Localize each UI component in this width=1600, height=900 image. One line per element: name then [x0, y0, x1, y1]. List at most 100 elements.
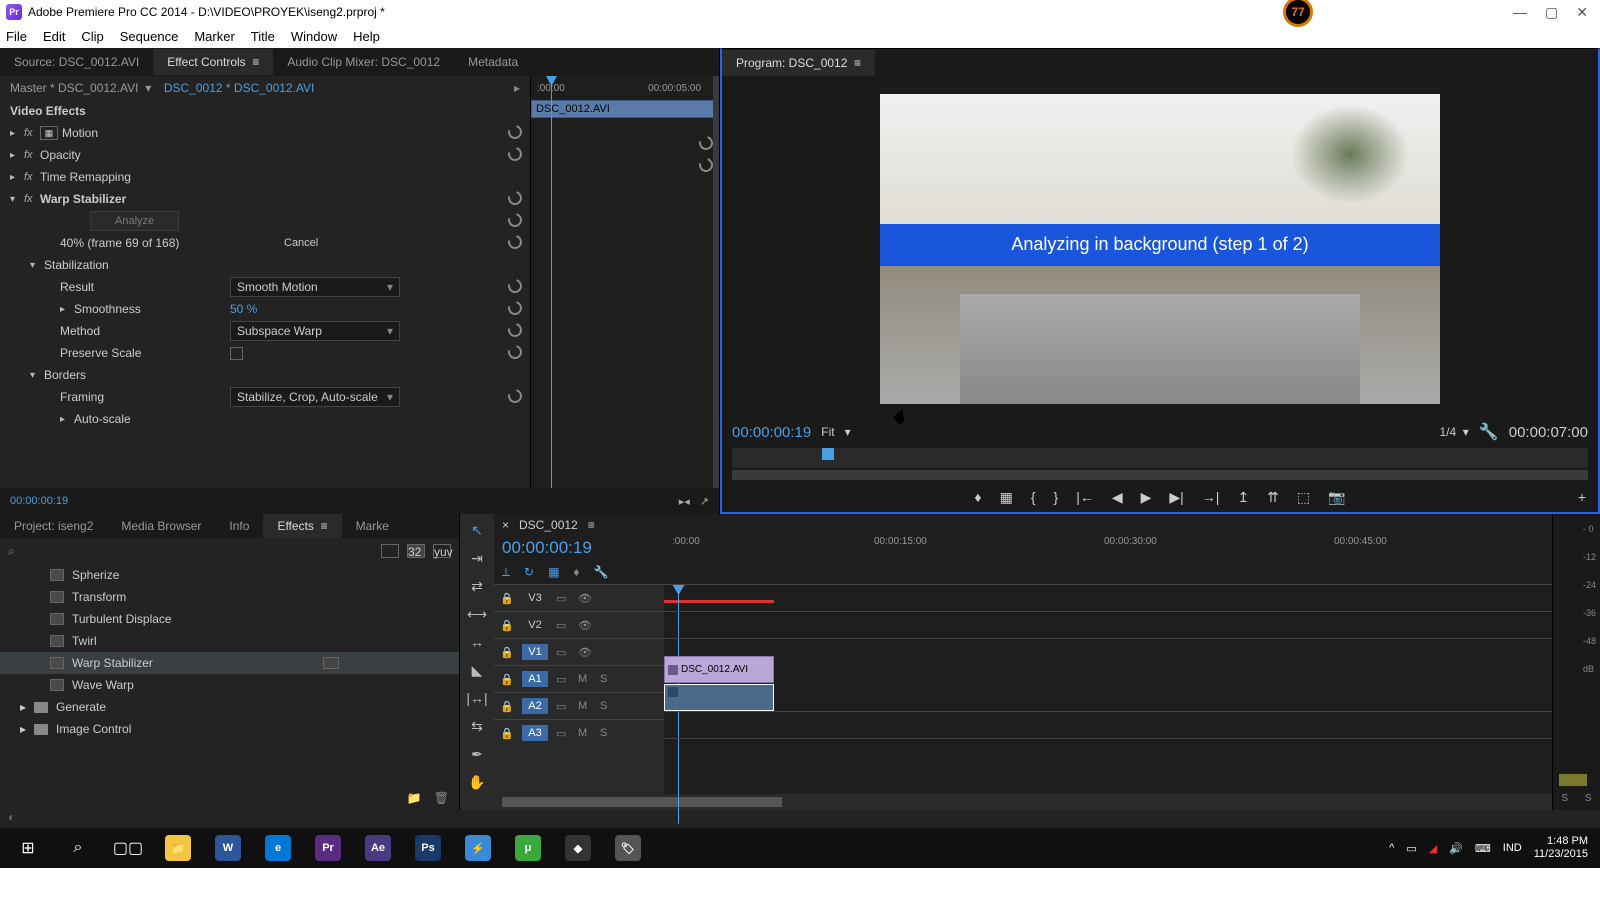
slide-tool-icon[interactable]: ⇆: [466, 716, 488, 736]
tray-keyboard-icon[interactable]: ⌨: [1475, 842, 1491, 855]
close-sequence-icon[interactable]: ×: [502, 518, 509, 532]
tray-volume-icon[interactable]: 🔊: [1449, 842, 1463, 855]
timeline-scrollbar[interactable]: [494, 794, 1552, 810]
cc-status-icon[interactable]: ◐: [0, 810, 15, 824]
ec-tl-clip[interactable]: DSC_0012.AVI: [531, 100, 719, 118]
timeline-ruler[interactable]: :00:00 00:00:15:00 00:00:30:00 00:00:45:…: [664, 536, 1552, 556]
edge-icon[interactable]: e: [254, 830, 302, 866]
rate-stretch-tool-icon[interactable]: ↔: [466, 632, 488, 652]
minimize-button[interactable]: —: [1513, 4, 1527, 21]
timeline-content[interactable]: DSC_0012.AVI: [664, 584, 1552, 794]
timeline-clip-video[interactable]: DSC_0012.AVI: [664, 656, 774, 683]
hand-tool-icon[interactable]: ✋: [466, 772, 488, 792]
tab-program[interactable]: Program: DSC_0012 ≡: [722, 50, 875, 76]
effect-folder-image-control[interactable]: ▸Image Control: [0, 718, 459, 740]
reset-icon[interactable]: [505, 232, 524, 251]
razor-tool-icon[interactable]: ◣: [466, 660, 488, 680]
menu-file[interactable]: File: [6, 29, 27, 44]
add-marker-icon[interactable]: ♦: [974, 489, 981, 505]
app-icon-1[interactable]: ⚡: [454, 830, 502, 866]
reset-icon[interactable]: [505, 210, 524, 229]
loop-icon[interactable]: ▸◂: [679, 495, 690, 508]
step-forward-icon[interactable]: ▶|: [1169, 489, 1183, 506]
add-marker-tl-icon[interactable]: ▦: [548, 565, 559, 579]
ec-scrollbar[interactable]: [713, 76, 719, 488]
premiere-taskbar-icon[interactable]: Pr: [304, 830, 352, 866]
program-tc-current[interactable]: 00:00:00:19: [732, 424, 811, 441]
program-ruler[interactable]: [732, 448, 1588, 468]
cancel-button[interactable]: Cancel: [260, 234, 342, 252]
tray-battery-icon[interactable]: ▭: [1406, 842, 1416, 855]
mark-out-icon[interactable]: }: [1054, 489, 1059, 505]
export-frame-icon[interactable]: ⬚: [1297, 489, 1310, 506]
ec-mini-timeline[interactable]: :00:00 00:00:05:00 DSC_0012.AVI: [530, 76, 719, 488]
tab-markers[interactable]: Marke: [342, 514, 403, 538]
filter-icon-3[interactable]: yuv: [433, 544, 451, 558]
button-editor-icon[interactable]: +: [1578, 489, 1586, 505]
smoothness-value[interactable]: 50 %: [230, 302, 400, 316]
step-back-icon[interactable]: ◀: [1112, 489, 1123, 506]
mark-in-icon[interactable]: {: [1031, 489, 1036, 505]
framing-dropdown[interactable]: Stabilize, Crop, Auto-scale: [230, 387, 400, 407]
effect-item-transform[interactable]: Transform: [0, 586, 459, 608]
reset-icon[interactable]: [505, 320, 524, 339]
play-icon[interactable]: ▶: [1141, 489, 1152, 506]
tab-effect-controls[interactable]: Effect Controls ≡: [153, 49, 273, 75]
ripple-edit-tool-icon[interactable]: ⇄: [466, 576, 488, 596]
tab-media-browser[interactable]: Media Browser: [107, 514, 215, 538]
tray-network-icon[interactable]: ◢: [1429, 842, 1437, 855]
lift-icon[interactable]: ↥: [1237, 489, 1249, 506]
delete-icon[interactable]: 🗑: [434, 791, 449, 805]
timeline-clip-audio[interactable]: [664, 684, 774, 711]
tray-language[interactable]: IND: [1503, 842, 1522, 854]
photoshop-icon[interactable]: Ps: [404, 830, 452, 866]
reset-icon[interactable]: [505, 386, 524, 405]
utorrent-icon[interactable]: μ: [504, 830, 552, 866]
app-icon-2[interactable]: ◆: [554, 830, 602, 866]
search-taskbar-icon[interactable]: ⌕: [54, 830, 102, 866]
camera-icon[interactable]: 📷: [1328, 489, 1345, 506]
track-header-a2[interactable]: 🔒A2▭MS: [494, 692, 664, 719]
method-dropdown[interactable]: Subspace Warp: [230, 321, 400, 341]
menu-window[interactable]: Window: [291, 29, 337, 44]
effect-item-turbulent[interactable]: Turbulent Displace: [0, 608, 459, 630]
go-to-in-icon[interactable]: |←: [1076, 489, 1094, 505]
track-header-v1[interactable]: 🔒V1▭👁: [494, 638, 664, 665]
reset-icon[interactable]: [505, 276, 524, 295]
reset-icon[interactable]: [505, 144, 524, 163]
effect-item-warp-stabilizer[interactable]: Warp Stabilizer: [0, 652, 459, 674]
slip-tool-icon[interactable]: |↔|: [466, 688, 488, 708]
track-select-tool-icon[interactable]: ⇥: [466, 548, 488, 568]
snap-icon[interactable]: ⟂: [502, 565, 510, 580]
rolling-edit-tool-icon[interactable]: ⟷: [466, 604, 488, 624]
effect-item-wave-warp[interactable]: Wave Warp: [0, 674, 459, 696]
wrench-icon[interactable]: 🔧: [1479, 422, 1499, 442]
filter-icon-1[interactable]: [381, 544, 399, 558]
pen-tool-icon[interactable]: ✒: [466, 744, 488, 764]
file-explorer-icon[interactable]: 📁: [154, 830, 202, 866]
stabilization-group[interactable]: Stabilization: [44, 258, 530, 272]
start-button[interactable]: ⊞: [4, 830, 52, 866]
preserve-scale-checkbox[interactable]: [230, 347, 243, 360]
borders-group[interactable]: Borders: [44, 368, 530, 382]
menu-sequence[interactable]: Sequence: [120, 29, 179, 44]
program-video-display[interactable]: Analyzing in background (step 1 of 2): [722, 77, 1598, 420]
reset-icon[interactable]: [505, 122, 524, 141]
timeline-timecode[interactable]: 00:00:00:19: [494, 536, 664, 560]
reset-icon[interactable]: [505, 188, 524, 207]
tab-project[interactable]: Project: iseng2: [0, 514, 107, 538]
reset-icon[interactable]: [505, 298, 524, 317]
program-scrub-bar[interactable]: [732, 470, 1588, 480]
tray-clock[interactable]: 1:48 PM 11/23/2015: [1534, 835, 1596, 861]
new-bin-icon[interactable]: 📁: [407, 791, 422, 805]
after-effects-icon[interactable]: Ae: [354, 830, 402, 866]
result-dropdown[interactable]: Smooth Motion: [230, 277, 400, 297]
effect-warp-stabilizer[interactable]: Warp Stabilizer: [40, 192, 530, 206]
effect-opacity[interactable]: Opacity: [40, 148, 530, 162]
marker-icon[interactable]: ♦: [573, 565, 579, 579]
auto-scale-label[interactable]: Auto-scale: [74, 412, 530, 426]
tab-effects[interactable]: Effects ≡: [263, 514, 341, 538]
menu-edit[interactable]: Edit: [43, 29, 65, 44]
tab-metadata[interactable]: Metadata: [454, 49, 532, 75]
effect-item-twirl[interactable]: Twirl: [0, 630, 459, 652]
